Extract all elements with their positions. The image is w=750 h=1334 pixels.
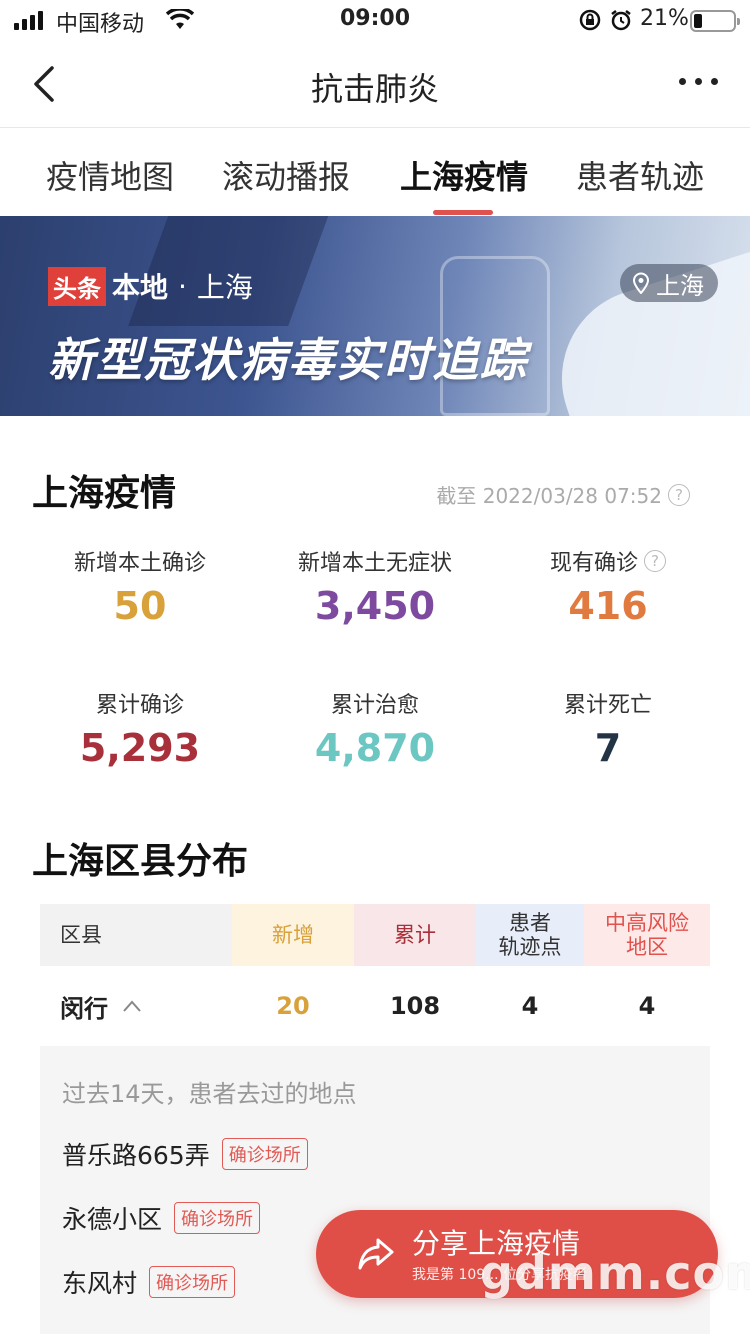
battery-icon <box>690 10 740 32</box>
header-track-line1: 患者 <box>509 910 551 935</box>
active-tab-indicator <box>433 210 493 215</box>
banner-local-label: 本地 <box>112 271 169 304</box>
banner: 头条 本地 · 上海 新型冠状病毒实时追踪 上海 <box>0 216 750 416</box>
stat-value: 5,293 <box>79 726 201 770</box>
stat-label: 现有确诊 <box>549 551 638 576</box>
toutiao-badge: 头条 <box>48 266 106 306</box>
place-tag: 确诊场所 <box>149 1266 236 1298</box>
location-label: 上海 <box>656 271 704 300</box>
place-name: 普乐路665弄 <box>62 1141 210 1170</box>
table-row[interactable]: 闵行 20 108 4 4 <box>40 970 710 1042</box>
stat-label: 新增本土确诊 <box>73 551 206 576</box>
banner-tag: 头条 本地 · 上海 <box>48 266 253 306</box>
place-name: 永德小区 <box>62 1205 163 1234</box>
stat-total-cured: 累计治愈 4,870 <box>255 688 495 770</box>
battery-percent: 21% <box>640 6 689 31</box>
more-button[interactable] <box>679 78 718 85</box>
stat-value: 50 <box>113 584 167 628</box>
stat-value: 4,870 <box>314 726 436 770</box>
watermark: gdmm.com <box>480 1246 750 1300</box>
status-bar: 中国移动 09:00 21% <box>0 0 750 42</box>
place-tag: 确诊场所 <box>174 1202 261 1234</box>
stat-total-confirmed: 累计确诊 5,293 <box>20 688 260 770</box>
district-risk-areas: 4 <box>638 992 656 1020</box>
more-dot-icon <box>695 78 702 85</box>
place-tag: 确诊场所 <box>221 1138 308 1170</box>
banner-city: 上海 <box>196 271 253 304</box>
list-item[interactable]: 东风村 确诊场所 <box>62 1264 236 1300</box>
page-title: 抗击肺炎 <box>310 70 439 108</box>
header-new[interactable]: 新增 <box>232 904 354 966</box>
places-hint: 过去14天，患者去过的地点 <box>62 1080 357 1108</box>
header-risk-line2: 地区 <box>626 935 668 959</box>
help-icon[interactable]: ? <box>668 483 690 506</box>
list-item[interactable]: 永德小区 确诊场所 <box>62 1200 261 1236</box>
more-dot-icon <box>711 78 718 85</box>
header-risk-line1: 中高风险 <box>605 910 689 935</box>
district-track-points: 4 <box>521 992 539 1020</box>
list-item[interactable]: 普乐路665弄 确诊场所 <box>62 1136 308 1172</box>
as-of-label: 截至 2022/03/28 07:52 <box>436 484 662 508</box>
tab-patient-tracks[interactable]: 患者轨迹 <box>576 152 704 198</box>
district-new: 20 <box>276 992 310 1020</box>
battery-level <box>694 14 702 28</box>
chevron-up-icon[interactable] <box>122 999 142 1013</box>
stat-total-deaths: 累计死亡 7 <box>488 688 728 770</box>
alarm-icon <box>609 8 633 38</box>
tab-bar: 疫情地图 滚动播报 上海疫情 患者轨迹 <box>0 128 750 216</box>
place-name: 东风村 <box>62 1269 138 1298</box>
stat-label: 累计死亡 <box>563 693 652 718</box>
stat-label: 新增本土无症状 <box>297 551 452 576</box>
districts-title: 上海区县分布 <box>32 841 249 882</box>
rotation-lock-icon <box>578 8 602 38</box>
header-district: 区县 <box>40 904 232 966</box>
location-button[interactable]: 上海 <box>620 264 718 302</box>
stat-value: 416 <box>568 584 648 628</box>
header-risk-areas[interactable]: 中高风险 地区 <box>584 904 710 966</box>
location-pin-icon <box>632 272 650 294</box>
district-name-cell: 闵行 <box>40 989 232 1024</box>
district-table-header: 区县 新增 累计 患者 轨迹点 中高风险 地区 <box>40 904 710 966</box>
district-name: 闵行 <box>60 994 108 1023</box>
stat-value: 7 <box>594 726 622 770</box>
header-track-line2: 轨迹点 <box>498 935 562 959</box>
tab-rolling-news[interactable]: 滚动播报 <box>222 152 350 198</box>
stat-new-local-asymptomatic: 新增本土无症状 3,450 <box>255 546 495 628</box>
stat-value: 3,450 <box>314 584 436 628</box>
header-total[interactable]: 累计 <box>354 904 476 966</box>
clock: 09:00 <box>339 6 411 31</box>
stat-label: 累计治愈 <box>330 693 419 718</box>
banner-dot: · <box>178 269 187 303</box>
summary-title: 上海疫情 <box>32 473 177 514</box>
stat-current-confirmed: 现有确诊? 416 <box>488 546 728 628</box>
as-of-time: 截至 2022/03/28 07:52 ? <box>436 480 690 509</box>
more-dot-icon <box>679 78 686 85</box>
help-icon[interactable]: ? <box>644 550 666 572</box>
tab-epidemic-map[interactable]: 疫情地图 <box>46 152 174 198</box>
district-total: 108 <box>389 992 441 1020</box>
stat-label: 累计确诊 <box>95 693 184 718</box>
banner-headline: 新型冠状病毒实时追踪 <box>48 333 528 387</box>
navigation-bar: 抗击肺炎 <box>0 42 750 128</box>
header-track-points[interactable]: 患者 轨迹点 <box>476 904 584 966</box>
stat-new-local-confirmed: 新增本土确诊 50 <box>20 546 260 628</box>
share-icon <box>358 1238 394 1270</box>
tab-shanghai-epidemic[interactable]: 上海疫情 <box>400 152 528 198</box>
